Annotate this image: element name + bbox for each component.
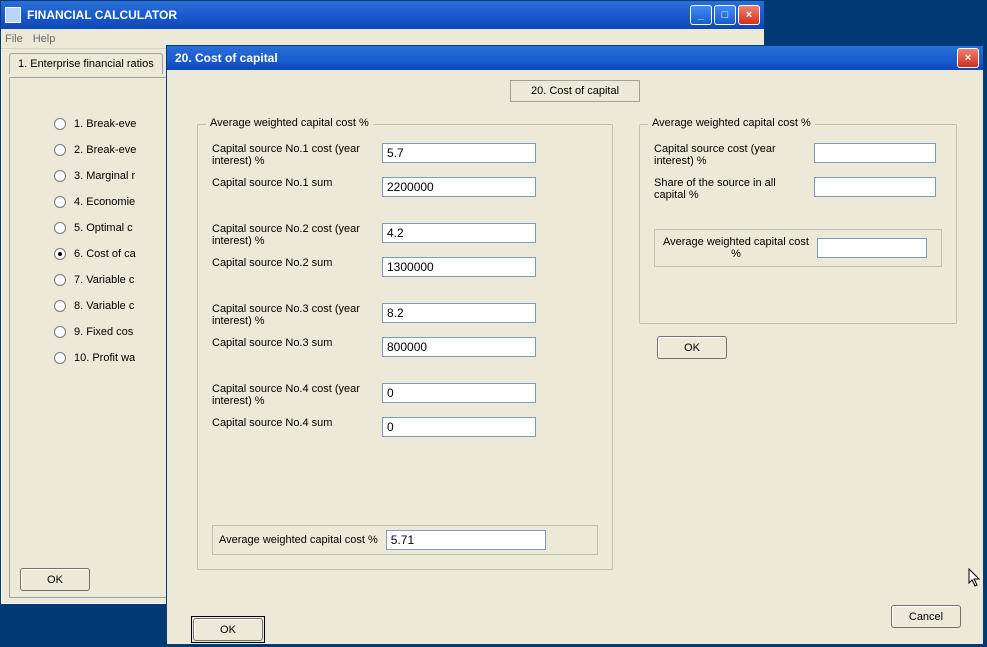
left-groupbox: Average weighted capital cost % Capital … bbox=[197, 124, 613, 570]
app-icon bbox=[5, 7, 21, 23]
field-label: Capital source No.2 sum bbox=[212, 257, 382, 269]
menu-file[interactable]: File bbox=[5, 33, 23, 45]
radio-label: 1. Break-eve bbox=[74, 118, 136, 130]
left-result-box: Average weighted capital cost % bbox=[212, 525, 598, 555]
dialog-ok-button[interactable]: OK bbox=[193, 618, 263, 641]
dialog-title: 20. Cost of capital bbox=[175, 51, 278, 65]
field-input[interactable] bbox=[814, 143, 936, 163]
field-label: Capital source No.2 cost (year interest)… bbox=[212, 223, 382, 247]
menu-help[interactable]: Help bbox=[33, 33, 56, 45]
radio-dot-icon bbox=[54, 300, 66, 312]
right-result-value[interactable] bbox=[817, 238, 927, 258]
field-label: Capital source No.4 cost (year interest)… bbox=[212, 383, 382, 407]
radio-label: 2. Break-eve bbox=[74, 144, 136, 156]
radio-label: 10. Profit wa bbox=[74, 352, 135, 364]
left-form-row: Capital source No.1 cost (year interest)… bbox=[212, 143, 598, 167]
radio-label: 6. Cost of ca bbox=[74, 248, 136, 260]
field-label: Capital source No.1 cost (year interest)… bbox=[212, 143, 382, 167]
field-label: Capital source No.3 sum bbox=[212, 337, 382, 349]
radio-label: 5. Optimal c bbox=[74, 222, 133, 234]
left-group-legend: Average weighted capital cost % bbox=[206, 117, 373, 129]
radio-dot-icon bbox=[54, 144, 66, 156]
field-input[interactable] bbox=[382, 143, 536, 163]
dialog-close-button[interactable]: × bbox=[957, 48, 979, 68]
left-form-row: Capital source No.3 cost (year interest)… bbox=[212, 303, 598, 327]
left-form-row: Capital source No.4 cost (year interest)… bbox=[212, 383, 598, 407]
field-input[interactable] bbox=[382, 177, 536, 197]
field-label: Capital source No.1 sum bbox=[212, 177, 382, 189]
radio-dot-icon bbox=[54, 170, 66, 182]
left-form-row: Capital source No.1 sum bbox=[212, 177, 598, 197]
radio-dot-icon bbox=[54, 118, 66, 130]
field-input[interactable] bbox=[382, 257, 536, 277]
radio-dot-icon bbox=[54, 326, 66, 338]
field-label: Capital source No.4 sum bbox=[212, 417, 382, 429]
dialog-tab[interactable]: 20. Cost of capital bbox=[510, 80, 640, 102]
left-form-row: Capital source No.4 sum bbox=[212, 417, 598, 437]
dialog-titlebar: 20. Cost of capital × bbox=[167, 46, 983, 70]
field-label: Capital source cost (year interest) % bbox=[654, 143, 814, 167]
cursor-icon bbox=[968, 568, 982, 588]
left-result-label: Average weighted capital cost % bbox=[219, 534, 378, 546]
field-input[interactable] bbox=[382, 337, 536, 357]
right-result-box: Average weighted capital cost % bbox=[654, 229, 942, 267]
radio-label: 7. Variable c bbox=[74, 274, 134, 286]
left-form-row: Capital source No.2 sum bbox=[212, 257, 598, 277]
maximize-button[interactable]: □ bbox=[714, 5, 736, 25]
left-result-value[interactable] bbox=[386, 530, 546, 550]
field-label: Share of the source in all capital % bbox=[654, 177, 814, 201]
radio-dot-icon bbox=[54, 352, 66, 364]
main-titlebar: FINANCIAL CALCULATOR _ □ × bbox=[1, 1, 764, 29]
left-form-row: Capital source No.2 cost (year interest)… bbox=[212, 223, 598, 247]
radio-dot-icon bbox=[54, 196, 66, 208]
field-input[interactable] bbox=[382, 223, 536, 243]
right-form-row: Capital source cost (year interest) % bbox=[654, 143, 942, 167]
radio-label: 3. Marginal r bbox=[74, 170, 135, 182]
main-title: FINANCIAL CALCULATOR bbox=[27, 8, 690, 22]
cost-of-capital-dialog: 20. Cost of capital × 20. Cost of capita… bbox=[166, 45, 984, 645]
left-form-row: Capital source No.3 sum bbox=[212, 337, 598, 357]
field-input[interactable] bbox=[814, 177, 936, 197]
field-label: Capital source No.3 cost (year interest)… bbox=[212, 303, 382, 327]
minimize-button[interactable]: _ bbox=[690, 5, 712, 25]
right-form-row: Share of the source in all capital % bbox=[654, 177, 942, 201]
right-groupbox: Average weighted capital cost % Capital … bbox=[639, 124, 957, 324]
radio-label: 4. Economie bbox=[74, 196, 135, 208]
radio-dot-icon bbox=[54, 274, 66, 286]
right-group-legend: Average weighted capital cost % bbox=[648, 117, 815, 129]
field-input[interactable] bbox=[382, 417, 536, 437]
radio-dot-icon bbox=[54, 248, 66, 260]
radio-dot-icon bbox=[54, 222, 66, 234]
dialog-cancel-button[interactable]: Cancel bbox=[891, 605, 961, 628]
close-button[interactable]: × bbox=[738, 5, 760, 25]
tab-enterprise-ratios[interactable]: 1. Enterprise financial ratios bbox=[9, 53, 163, 74]
field-input[interactable] bbox=[382, 383, 536, 403]
radio-label: 9. Fixed cos bbox=[74, 326, 133, 338]
radio-label: 8. Variable c bbox=[74, 300, 134, 312]
right-ok-button[interactable]: OK bbox=[657, 336, 727, 359]
field-input[interactable] bbox=[382, 303, 536, 323]
right-result-label: Average weighted capital cost % bbox=[661, 236, 811, 260]
main-ok-button[interactable]: OK bbox=[20, 568, 90, 591]
